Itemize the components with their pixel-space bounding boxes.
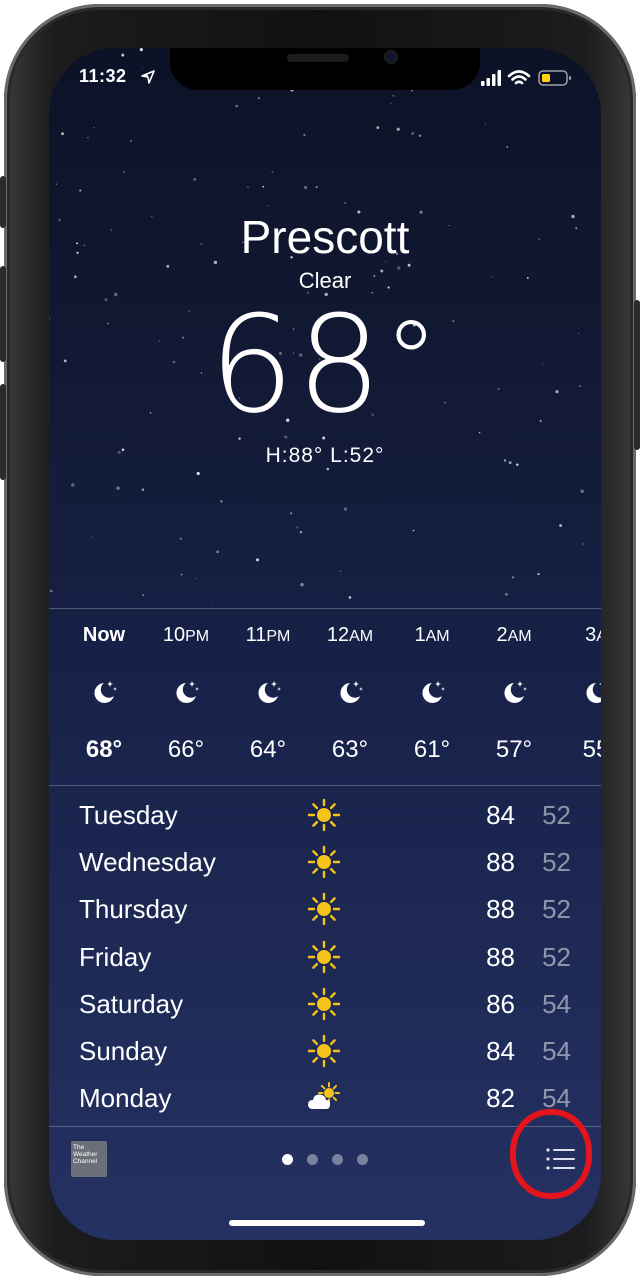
- hour-temp: 68°: [85, 736, 123, 763]
- hour-temp: 61°: [413, 736, 451, 763]
- home-indicator[interactable]: [229, 1220, 425, 1226]
- city-name: Prescott: [240, 211, 410, 263]
- hour-temp: 66°: [167, 736, 205, 763]
- weather-screen: 11:32 Prescott Clear 68° H:88° L:52° Now…: [49, 48, 601, 1240]
- day-low-temp: 52: [542, 941, 571, 972]
- hour-suffix: PM: [266, 628, 291, 645]
- day-high-temp: 84: [486, 800, 515, 830]
- hour-number: 10: [162, 624, 186, 646]
- hourly-forecast[interactable]: Now 68° 10PM 66° 11PM 64° 12AM 63° 1AM 61° 2AM 57° 3…: [49, 608, 601, 784]
- sun-icon: [307, 893, 341, 926]
- daily-forecast-row: Saturday 86 54: [79, 981, 579, 1027]
- page-dot[interactable]: [307, 1154, 318, 1165]
- daily-forecast-row: Tuesday 84 52: [79, 792, 579, 838]
- moon-stars-icon: [504, 681, 527, 703]
- sun-icon: [307, 798, 341, 832]
- sun-icon: [307, 1034, 341, 1068]
- hour-suffix: AM: [507, 628, 532, 645]
- volume-down-button: [0, 384, 6, 480]
- hour-temp: 57°: [495, 736, 533, 763]
- day-low-temp: 52: [542, 894, 571, 925]
- day-name: Tuesday: [79, 800, 178, 830]
- moon-stars-icon: [176, 681, 199, 703]
- day-low-temp: 52: [542, 800, 571, 830]
- day-low-temp: 52: [542, 847, 571, 878]
- power-button: [634, 300, 640, 450]
- day-name: Friday: [79, 941, 152, 972]
- day-name: Thursday: [79, 894, 188, 925]
- daily-forecast-row: Wednesday 88 52: [79, 839, 579, 885]
- cellular-signal-icon: [481, 70, 501, 86]
- day-name: Sunday: [79, 1036, 168, 1066]
- speaker: [287, 54, 349, 62]
- page-dot[interactable]: [282, 1154, 293, 1165]
- wifi-icon: [507, 70, 531, 85]
- sun-icon: [307, 940, 341, 973]
- hour-label: Now: [63, 624, 145, 647]
- hourly-bottom-divider: [49, 785, 601, 786]
- location-arrow-icon: [141, 70, 155, 84]
- hour-temp: 64°: [249, 736, 287, 763]
- hour-number: 3: [585, 624, 597, 646]
- current-temperature: 68°: [49, 298, 601, 432]
- hour-number: 12: [326, 624, 350, 646]
- day-high-temp: 82: [486, 1083, 515, 1114]
- sun-icon: [307, 845, 341, 879]
- moon-stars-icon: [258, 681, 281, 703]
- page-dot[interactable]: [332, 1154, 343, 1165]
- hour-label: 11PM: [227, 624, 309, 647]
- hour-temp: 55: [582, 736, 601, 763]
- hour-number: Now: [82, 624, 126, 646]
- phone-frame: 11:32 Prescott Clear 68° H:88° L:52° Now…: [0, 4, 640, 1276]
- hour-number: 11: [245, 624, 267, 646]
- daily-forecast-row: Friday 88 52: [79, 934, 579, 980]
- hour-number: 1: [414, 624, 426, 646]
- hour-suffix: AM: [349, 628, 374, 645]
- page-dot[interactable]: [357, 1154, 368, 1165]
- mute-switch: [0, 176, 6, 228]
- day-high-temp: 88: [486, 894, 515, 925]
- hour-label: 1AM: [391, 624, 473, 647]
- front-camera: [384, 50, 398, 64]
- day-name: Wednesday: [79, 847, 216, 878]
- day-low-temp: 54: [542, 1036, 571, 1066]
- hour-suffix: A: [596, 628, 601, 645]
- hour-number: 2: [496, 624, 508, 646]
- moon-stars-icon: [422, 681, 445, 703]
- daily-forecast-row: Monday 82 54: [79, 1075, 579, 1121]
- sun-icon: [307, 987, 341, 1020]
- moon-stars-icon: [586, 683, 601, 703]
- day-name: Saturday: [79, 988, 184, 1019]
- hour-label: 2AM: [473, 624, 555, 647]
- hour-label: 10PM: [145, 624, 227, 647]
- temperature-value: 68: [209, 287, 384, 443]
- hour-suffix: PM: [185, 628, 210, 645]
- battery-icon: [538, 70, 571, 86]
- daily-forecast-row: Sunday 84 54: [79, 1028, 579, 1074]
- hour-temp: 63°: [331, 736, 369, 763]
- day-high-temp: 84: [486, 1036, 515, 1066]
- notch: [170, 48, 480, 90]
- status-time: 11:32: [79, 66, 127, 86]
- degree-symbol: °: [383, 297, 441, 425]
- daily-forecast-row: Thursday 88 52: [79, 886, 579, 932]
- moon-stars-icon: [340, 681, 363, 703]
- day-name: Monday: [79, 1083, 172, 1114]
- day-high-temp: 88: [486, 941, 515, 972]
- moon-stars-icon: [94, 681, 117, 703]
- hour-suffix: AM: [425, 628, 450, 645]
- high-low-temps: H:88° L:52°: [265, 444, 385, 467]
- status-icons: [481, 70, 571, 86]
- hour-label: 12AM: [309, 624, 391, 647]
- day-high-temp: 88: [486, 847, 515, 878]
- day-high-temp: 86: [486, 988, 515, 1019]
- day-low-temp: 54: [542, 988, 571, 1019]
- partly-cloudy-icon: [308, 1082, 340, 1110]
- highlight-circle: [510, 1109, 592, 1199]
- hour-label: 3A: [555, 624, 601, 647]
- volume-up-button: [0, 266, 6, 362]
